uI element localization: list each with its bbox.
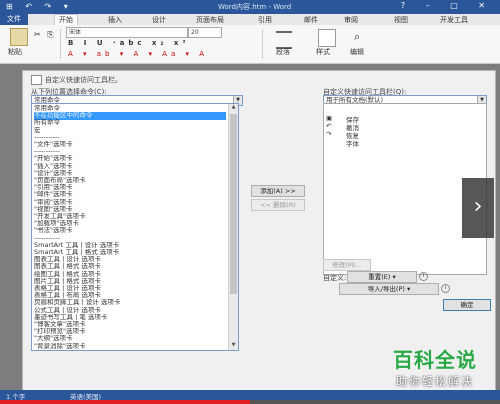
list-item[interactable]: "背景消除"选项卡 <box>34 343 226 350</box>
scroll-down-icon[interactable]: ▼ <box>229 342 238 350</box>
tab-references[interactable]: 引用 <box>258 15 272 25</box>
window-controls[interactable]: ? – ▢ ✕ <box>401 1 494 10</box>
watermark: 百科全说 助你轻松解决 <box>376 344 494 396</box>
customize-label: 自定义: <box>323 274 347 282</box>
quick-access-toolbar[interactable]: ⊞ ↶ ↷ ▾ <box>6 2 73 11</box>
scroll-up-icon[interactable]: ▲ <box>229 104 238 112</box>
ok-button[interactable]: 确定 <box>443 299 491 311</box>
watermark-title: 百科全说 <box>393 348 477 372</box>
tab-insert[interactable]: 插入 <box>108 15 122 25</box>
qat-icon <box>31 75 42 85</box>
tab-mailings[interactable]: 邮件 <box>304 15 318 25</box>
tab-page-layout[interactable]: 页面布局 <box>196 15 224 25</box>
font-name-field[interactable]: 宋体 <box>66 27 188 38</box>
commands-list[interactable]: 常用命令 不在功能区中的命令 所有命令宏 ----------- "文件"选项卡 ----… <box>31 103 239 351</box>
remove-button[interactable]: << 删除(R) <box>251 199 305 211</box>
ribbon: 粘贴 ✂ ⎘ 宋体 20 B I U ·abc x₂ x² A ▾ ab ▾ A… <box>0 25 500 64</box>
list-item[interactable]: 字体 <box>346 138 359 148</box>
info-icon[interactable]: i <box>441 284 450 293</box>
reset-button[interactable]: 重置(E) ▾ <box>347 271 417 283</box>
paste-label: 粘贴 <box>8 48 22 56</box>
tab-home[interactable]: 开始 <box>54 14 78 25</box>
scroll-thumb[interactable] <box>230 114 237 294</box>
dialog-header: 自定义快速访问工具栏。 <box>45 76 122 84</box>
undo-icon: ↶ <box>326 122 332 130</box>
next-arrow-icon[interactable]: › <box>462 178 494 238</box>
video-progress-bar[interactable] <box>0 400 500 404</box>
add-button[interactable]: 添加(A) >> <box>251 185 305 197</box>
window-title: Word内容.htm - Word <box>218 3 292 11</box>
modify-button[interactable]: 修改(M)... <box>323 259 371 271</box>
redo-icon: ↷ <box>326 130 332 138</box>
list-scrollbar[interactable]: ▲ ▼ <box>228 104 238 350</box>
ribbon-tabs: 文件 开始 插入 设计 页面布局 引用 邮件 审阅 视图 开发工具 <box>0 14 500 25</box>
paste-icon[interactable] <box>10 28 28 46</box>
font-size-field[interactable]: 20 <box>188 27 222 38</box>
find-icon[interactable]: ⌕ <box>354 30 360 44</box>
save-icon: ▣ <box>326 114 333 122</box>
tab-design[interactable]: 设计 <box>152 15 166 25</box>
import-export-button[interactable]: 导入/导出(P) ▾ <box>339 283 439 295</box>
editing-label: 编辑 <box>350 48 364 56</box>
tab-view[interactable]: 视图 <box>394 15 408 25</box>
styles-label: 样式 <box>316 48 330 56</box>
font-color-buttons[interactable]: A ▾ ab ▾ A ▾ Aa ▾ A <box>68 50 208 58</box>
paragraph-label: 段落 <box>276 48 290 56</box>
info-icon[interactable]: i <box>419 272 428 281</box>
tab-developer[interactable]: 开发工具 <box>440 15 468 25</box>
progress-fill <box>0 400 250 404</box>
tab-file[interactable]: 文件 <box>0 14 28 25</box>
watermark-subtitle: 助你轻松解决 <box>396 375 474 388</box>
title-bar: ⊞ ↶ ↷ ▾ Word内容.htm - Word ? – ▢ ✕ <box>0 0 500 14</box>
tab-review[interactable]: 审阅 <box>344 15 358 25</box>
font-format-buttons[interactable]: B I U ·abc x₂ x² <box>68 39 190 47</box>
clipboard-icons[interactable]: ✂ ⎘ <box>34 30 56 40</box>
styles-icon[interactable] <box>318 29 336 47</box>
